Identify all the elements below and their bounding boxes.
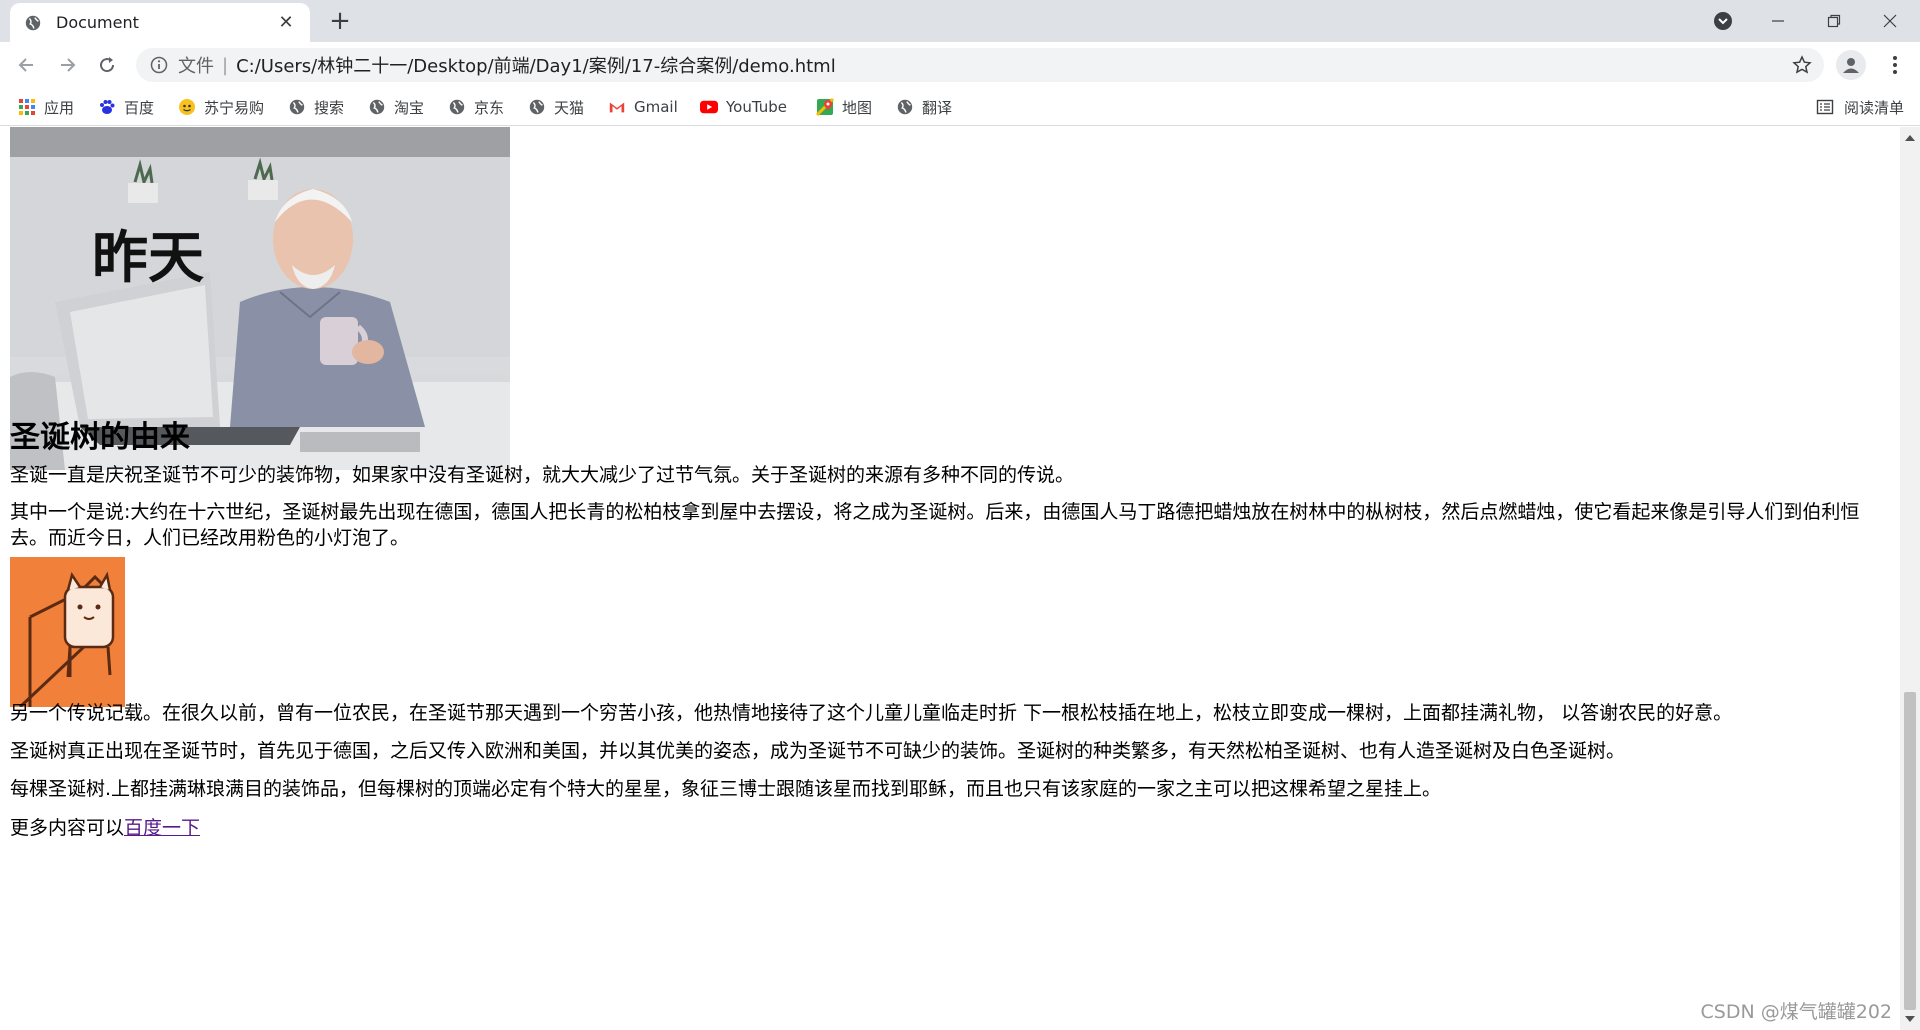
address-bar[interactable]: 文件 | C:/Users/林钟二十一/Desktop/前端/Day1/案例/1…: [136, 48, 1824, 82]
baidu-paw-icon: [100, 100, 115, 114]
page-viewport: 昨天 圣诞树的由来 圣诞一直是庆祝圣诞节不可少的装饰物，如果家中没有圣诞树，就大…: [0, 127, 1900, 1030]
url-text[interactable]: C:/Users/林钟二十一/Desktop/前端/Day1/案例/17-综合案…: [236, 52, 836, 78]
bookmark-translate[interactable]: 翻译: [896, 96, 952, 118]
new-tab-button[interactable]: +: [326, 8, 354, 36]
bookmark-search[interactable]: 搜索: [288, 96, 344, 118]
globe-icon: [289, 99, 305, 115]
scrollbar-thumb[interactable]: [1904, 692, 1916, 1010]
cat-sticker-image: [10, 557, 125, 707]
tab-close-button[interactable]: ✕: [276, 12, 296, 33]
bookmark-label: 应用: [44, 98, 75, 117]
bookmark-label: 翻译: [922, 98, 953, 117]
info-icon[interactable]: [150, 56, 168, 74]
scroll-up-arrow-icon[interactable]: [1905, 135, 1915, 141]
csdn-watermark: CSDN @煤气罐罐202: [1700, 1001, 1892, 1023]
paragraph-4: 圣诞树真正出现在圣诞节时，首先见于德国，之后又传入欧洲和美国，并以其优美的姿态，…: [10, 740, 1626, 762]
profile-avatar[interactable]: [1836, 50, 1866, 80]
bookmark-star-icon[interactable]: [1792, 55, 1812, 75]
reading-list-button[interactable]: 阅读清单: [1816, 96, 1904, 118]
tab-title: Document: [56, 13, 139, 32]
suning-icon: [179, 99, 195, 115]
tab-strip: Document ✕ +: [0, 0, 1920, 42]
tab-document[interactable]: Document ✕: [10, 3, 310, 42]
bookmark-label: 淘宝: [394, 98, 425, 117]
bookmark-label: 京东: [474, 98, 505, 117]
bookmark-baidu[interactable]: 百度: [98, 96, 154, 118]
bookmark-label: 搜索: [314, 98, 345, 117]
close-window-button[interactable]: [1862, 0, 1918, 42]
scroll-down-arrow-icon[interactable]: [1905, 1016, 1915, 1022]
browser-menu-button[interactable]: [1880, 50, 1910, 80]
back-button[interactable]: [12, 50, 42, 80]
bookmark-label: YouTube: [726, 98, 787, 116]
more-content-prefix: 更多内容可以: [10, 817, 125, 839]
minimize-button[interactable]: [1750, 0, 1806, 42]
paragraph-1: 圣诞一直是庆祝圣诞节不可少的装饰物，如果家中没有圣诞树，就大大减少了过节气氛。关…: [10, 464, 1075, 486]
bookmark-label: 天猫: [554, 98, 585, 117]
bookmark-label: Gmail: [634, 98, 678, 116]
bookmark-apps[interactable]: 应用: [18, 96, 74, 118]
address-separator: |: [222, 54, 229, 76]
gmail-icon: [609, 102, 625, 113]
reading-list-label: 阅读清单: [1843, 98, 1904, 117]
apps-grid-icon: [19, 99, 35, 115]
paragraph-5: 每棵圣诞树.上都挂满琳琅满目的装饰品，但每棵树的顶端必定有个特大的星星，象征三博…: [10, 778, 1442, 800]
youtube-icon: [700, 100, 718, 114]
bookmark-maps[interactable]: 地图: [816, 96, 872, 118]
baidu-link[interactable]: 百度一下: [124, 817, 200, 839]
reload-button[interactable]: [92, 50, 122, 80]
maps-icon: [816, 98, 834, 116]
tab-search-icon[interactable]: [1712, 10, 1734, 32]
bookmarks-bar: 应用 百度 苏宁易购 搜索 淘宝 京东 天猫 Gmail YouTube 地图: [0, 88, 1920, 126]
more-vertical-icon: [1893, 56, 1897, 74]
bookmark-youtube[interactable]: YouTube: [700, 96, 787, 118]
restore-button[interactable]: [1806, 0, 1862, 42]
bookmark-tmall[interactable]: 天猫: [528, 96, 584, 118]
cat-illustration: [10, 557, 125, 707]
person-icon: [1843, 58, 1859, 73]
meme-caption: 昨天: [92, 226, 204, 291]
page-heading: 圣诞树的由来: [10, 420, 190, 455]
globe-icon: [25, 15, 41, 30]
bookmark-taobao[interactable]: 淘宝: [368, 96, 424, 118]
globe-icon: [529, 99, 545, 115]
globe-icon: [369, 99, 385, 115]
page-scrollbar[interactable]: [1900, 127, 1920, 1030]
reload-icon: [100, 57, 115, 73]
restore-icon: [1827, 14, 1841, 28]
bookmark-label: 百度: [124, 98, 155, 117]
close-icon: [1883, 14, 1897, 28]
bookmark-label: 苏宁易购: [204, 98, 265, 117]
reading-list-icon: [1816, 99, 1834, 115]
minimize-icon: [1772, 20, 1784, 22]
bookmark-suning[interactable]: 苏宁易购: [178, 96, 264, 118]
globe-icon: [897, 99, 913, 115]
paragraph-3: 另一个传说记载。在很久以前，曾有一位农民，在圣诞节那天遇到一个穷苦小孩，他热情地…: [10, 702, 1733, 724]
forward-button[interactable]: [52, 50, 82, 80]
bookmark-jd[interactable]: 京东: [448, 96, 504, 118]
globe-icon: [449, 99, 465, 115]
browser-toolbar: 文件 | C:/Users/林钟二十一/Desktop/前端/Day1/案例/1…: [0, 42, 1920, 88]
arrow-left-icon: [18, 58, 33, 72]
file-label: 文件: [178, 56, 214, 77]
arrow-right-icon: [61, 58, 76, 72]
paragraph-2: 其中一个是说:大约在十六世纪，圣诞树最先出现在德国，德国人把长青的松柏枝拿到屋中…: [10, 501, 1860, 549]
bookmark-label: 地图: [842, 98, 873, 117]
bookmark-gmail[interactable]: Gmail: [608, 96, 678, 118]
more-content-line: 更多内容可以百度一下: [10, 813, 200, 840]
